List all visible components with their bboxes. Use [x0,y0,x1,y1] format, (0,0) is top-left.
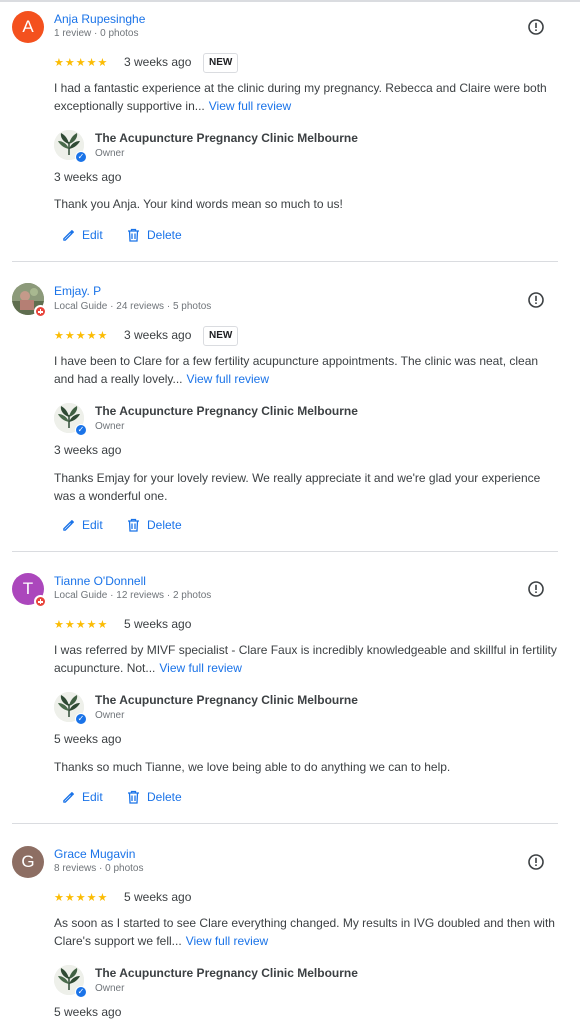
reviewer-name[interactable]: Grace Mugavin [54,847,135,861]
owner-label: Owner [95,421,125,432]
review-body: As soon as I started to see Clare everyt… [54,916,555,948]
pencil-icon [63,519,74,531]
report-icon[interactable] [527,291,545,309]
reviewer-name[interactable]: Emjay. P [54,284,101,298]
reviewer-meta: Local Guide · 12 reviews · 2 photos [54,590,212,601]
reply-date: 5 weeks ago [54,732,122,746]
review-text: I was referred by MIVF specialist - Clar… [54,641,559,677]
reply-text: Thank you Anja. Your kind words mean so … [54,197,343,211]
edit-button[interactable]: Edit [62,787,103,807]
reviewer-avatar[interactable]: A [12,11,44,43]
verified-check-icon: ✓ [75,424,87,436]
review-body: I had a fantastic experience at the clin… [54,81,547,113]
reviews-page: A Anja Rupesinghe 1 review · 0 photos ★★… [0,0,580,1024]
trash-icon [128,228,139,242]
review-text: I had a fantastic experience at the clin… [54,79,559,115]
pencil-icon [63,791,74,803]
reviewer-meta: 1 review · 0 photos [54,28,139,39]
divider [12,823,558,824]
review-date: 5 weeks ago [124,890,192,904]
business-logo: ✓ [54,692,87,725]
star-rating: ★★★★★ [54,57,109,69]
local-guide-badge-icon [34,305,47,318]
edit-label: Edit [82,228,103,242]
verified-check-icon: ✓ [75,151,87,163]
business-logo: ✓ [54,403,87,436]
owner-label: Owner [95,710,125,721]
delete-button[interactable]: Delete [127,515,182,535]
view-full-review-link[interactable]: View full review [186,934,268,948]
divider [12,551,558,552]
review-body: I was referred by MIVF specialist - Clar… [54,643,557,675]
local-guide-badge-icon [34,595,47,608]
reply-date: 3 weeks ago [54,170,122,184]
delete-label: Delete [147,790,182,804]
pencil-icon [63,229,74,241]
star-rating: ★★★★★ [54,619,109,631]
reviewer-avatar[interactable]: T [12,573,47,608]
reviewer-name[interactable]: Anja Rupesinghe [54,12,145,26]
trash-icon [128,518,139,532]
reviewer-avatar[interactable]: G [12,846,44,878]
review-text: I have been to Clare for a few fertility… [54,352,559,388]
edit-button[interactable]: Edit [62,515,103,535]
edit-label: Edit [82,790,103,804]
delete-button[interactable]: Delete [127,787,182,807]
business-name: The Acupuncture Pregnancy Clinic Melbour… [95,131,358,145]
delete-label: Delete [147,228,182,242]
report-icon[interactable] [527,580,545,598]
reply-text: Thanks Emjay for your lovely review. We … [54,471,541,503]
business-logo: ✓ [54,130,87,163]
business-logo: ✓ [54,965,87,998]
view-full-review-link[interactable]: View full review [187,372,269,386]
reply-date: 3 weeks ago [54,443,122,457]
reviewer-meta: Local Guide · 24 reviews · 5 photos [54,301,212,312]
edit-label: Edit [82,518,103,532]
review-date: 5 weeks ago [124,617,192,631]
star-rating: ★★★★★ [54,330,109,342]
verified-check-icon: ✓ [75,986,87,998]
avatar-letter: T [22,579,34,598]
report-icon[interactable] [527,18,545,36]
review-text: As soon as I started to see Clare everyt… [54,914,559,950]
reply-date: 5 weeks ago [54,1005,122,1019]
reviewer-name[interactable]: Tianne O'Donnell [54,574,146,588]
reviewer-meta: 8 reviews · 0 photos [54,863,144,874]
reviewer-avatar[interactable] [12,283,47,318]
business-name: The Acupuncture Pregnancy Clinic Melbour… [95,966,358,980]
review-date: 3 weeks ago [124,328,192,342]
divider [12,261,558,262]
view-full-review-link[interactable]: View full review [159,661,241,675]
edit-button[interactable]: Edit [62,225,103,245]
view-full-review-link[interactable]: View full review [209,99,291,113]
reply-text: Thanks so much Tianne, we love being abl… [54,760,451,774]
trash-icon [128,790,139,804]
owner-label: Owner [95,148,125,159]
new-badge: NEW [203,53,239,73]
star-rating: ★★★★★ [54,892,109,904]
verified-check-icon: ✓ [75,713,87,725]
delete-label: Delete [147,518,182,532]
report-icon[interactable] [527,853,545,871]
review-body: I have been to Clare for a few fertility… [54,354,539,386]
delete-button[interactable]: Delete [127,225,182,245]
owner-label: Owner [95,983,125,994]
review-date: 3 weeks ago [124,55,192,69]
business-name: The Acupuncture Pregnancy Clinic Melbour… [95,693,358,707]
top-border [0,0,580,2]
business-name: The Acupuncture Pregnancy Clinic Melbour… [95,404,358,418]
new-badge: NEW [203,326,239,346]
